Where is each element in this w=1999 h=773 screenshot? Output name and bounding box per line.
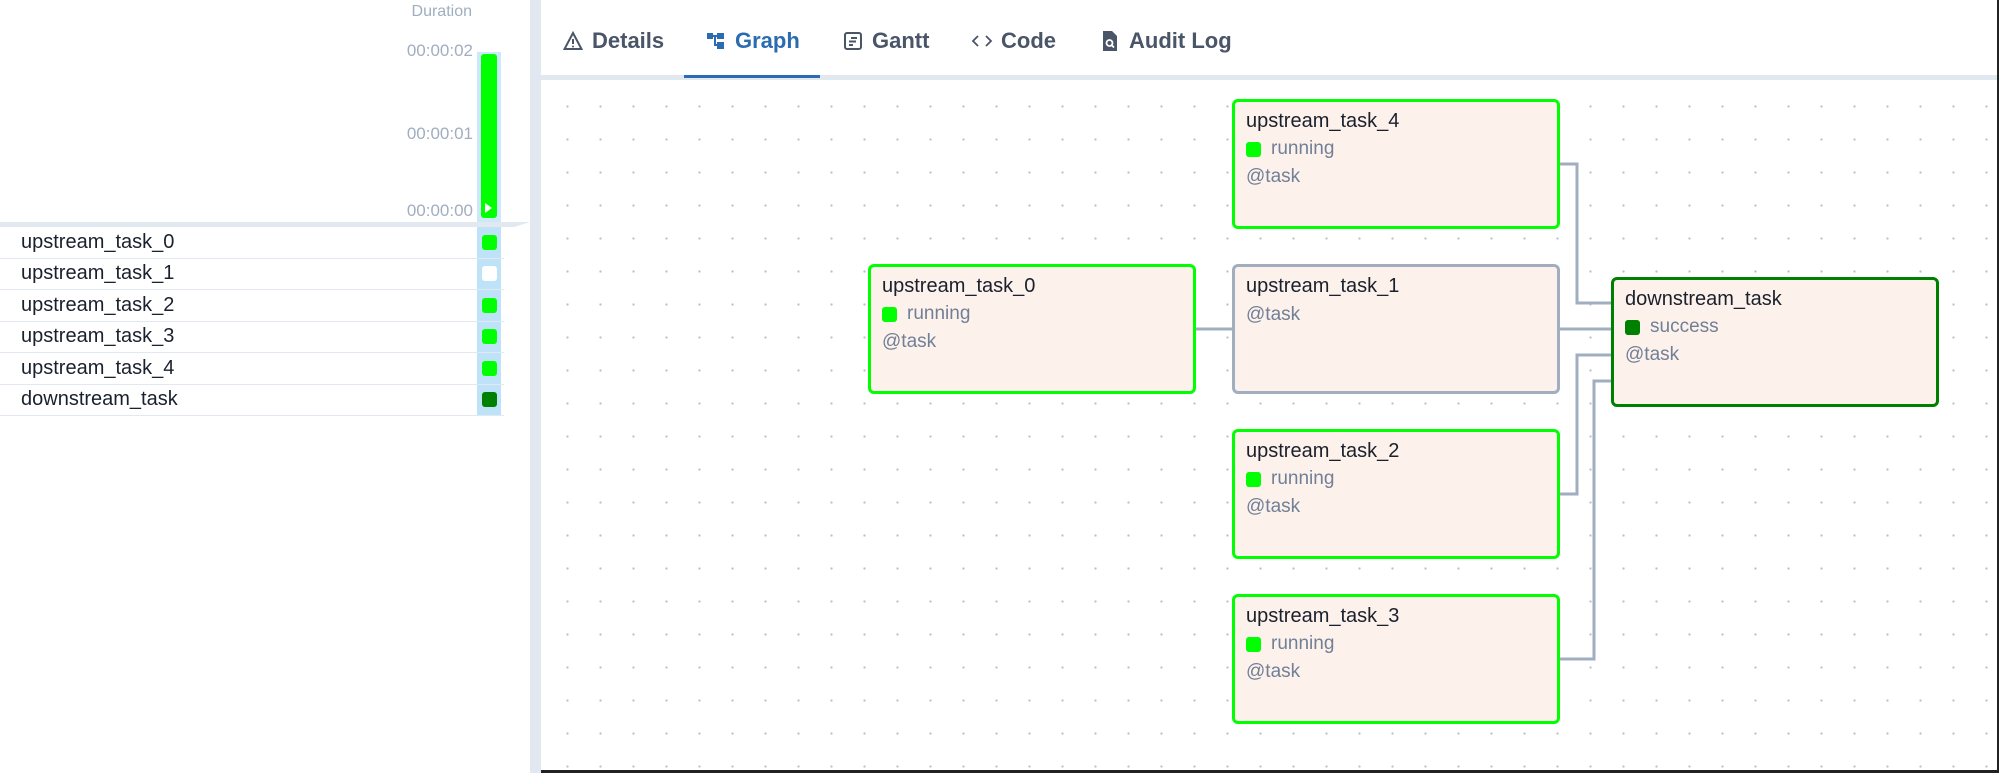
task-label[interactable]: downstream_task [0,388,504,411]
task-instance-status-square[interactable] [481,329,497,345]
gantt-icon [842,28,864,54]
task-row[interactable]: downstream_task [0,384,504,416]
task-instance-status-square[interactable] [481,297,497,313]
task-instance-status-square[interactable] [481,234,497,250]
task-label[interactable]: upstream_task_3 [0,325,504,348]
grid-panel: Duration 00:00:02 00:00:01 00:00:00 upst… [0,0,530,773]
task-instance-status-square[interactable] [481,266,497,282]
graph-node[interactable]: upstream_task_2 running @task [1232,429,1560,559]
code-icon [971,28,993,54]
run-duration-bar[interactable] [481,54,497,218]
status-cell[interactable] [477,290,501,321]
warning-triangle-icon [562,28,584,54]
node-status: running [1246,632,1546,656]
graph-node[interactable]: upstream_task_1 @task [1232,264,1560,394]
duration-tick: 00:00:00 [406,201,473,220]
status-cell[interactable] [477,321,501,352]
tab-label: Code [1001,28,1056,53]
tab-gantt[interactable]: Gantt [842,28,929,78]
tab-label: Gantt [872,28,930,53]
task-instance-status-square[interactable] [481,360,497,376]
duration-header: Duration [411,3,472,20]
node-operator: @task [1246,304,1301,325]
status-cell[interactable] [477,384,501,415]
status-square-icon [1246,141,1261,157]
tab-bar: Details Graph Gantt Code Audit Log [541,0,1997,80]
node-operator: @task [1246,496,1301,517]
task-label[interactable]: upstream_task_2 [0,294,504,317]
task-row[interactable]: upstream_task_2 [0,290,504,322]
status-square-icon [1625,319,1640,335]
node-title: upstream_task_1 [1246,275,1400,297]
node-title: upstream_task_2 [1246,440,1400,462]
task-label[interactable]: upstream_task_0 [0,231,504,254]
graph-node[interactable]: upstream_task_3 running @task [1232,594,1560,724]
play-icon [485,203,492,213]
tab-audit-log[interactable]: Audit Log [1099,28,1232,78]
node-status-label: running [1271,468,1335,489]
node-operator: @task [882,331,937,352]
graph-node[interactable]: upstream_task_4 running @task [1232,99,1560,229]
node-operator: @task [1625,344,1680,365]
status-square-icon [1246,636,1261,652]
status-cell[interactable] [477,227,501,258]
audit-log-icon [1099,28,1121,54]
tab-details[interactable]: Details [562,28,664,78]
node-status: running [1246,137,1546,161]
tab-label: Details [592,28,665,53]
tab-code[interactable]: Code [971,28,1056,78]
task-row[interactable]: upstream_task_0 [0,227,504,259]
node-operator: @task [1246,661,1301,682]
duration-tick: 00:00:02 [406,41,473,60]
node-operator: @task [1246,166,1301,187]
node-status-label: running [907,303,971,324]
graph-node[interactable]: downstream_task success @task [1611,277,1939,407]
node-status: running [882,302,1182,326]
status-square-icon [1246,471,1261,487]
node-title: upstream_task_4 [1246,110,1400,132]
task-instance-status-square[interactable] [481,392,497,408]
node-status-label: running [1271,633,1335,654]
active-tab-indicator [684,75,820,78]
task-row[interactable]: upstream_task_3 [0,321,504,353]
node-title: downstream_task [1625,288,1782,310]
graph-icon [705,28,727,54]
status-cell[interactable] [477,353,501,384]
task-list: upstream_task_0 upstream_task_1 upstream… [0,227,504,416]
tab-label: Graph [735,28,800,53]
task-label[interactable]: upstream_task_4 [0,357,504,380]
task-row[interactable]: upstream_task_1 [0,258,504,290]
status-square-icon [882,306,897,322]
tab-label: Audit Log [1129,28,1232,53]
duration-tick: 00:00:01 [406,124,473,143]
node-title: upstream_task_3 [1246,605,1400,627]
node-title: upstream_task_0 [882,275,1036,297]
status-cell[interactable] [477,258,501,289]
node-status-label: running [1271,138,1335,159]
graph-node[interactable]: upstream_task_0 running @task [868,264,1196,394]
task-label[interactable]: upstream_task_1 [0,262,504,285]
tab-graph[interactable]: Graph [705,28,800,78]
task-row[interactable]: upstream_task_4 [0,353,504,385]
node-status-label: success [1650,316,1719,337]
node-status: running [1246,467,1546,491]
panel-resize-divider[interactable] [530,0,541,773]
node-status: success [1625,315,1925,339]
